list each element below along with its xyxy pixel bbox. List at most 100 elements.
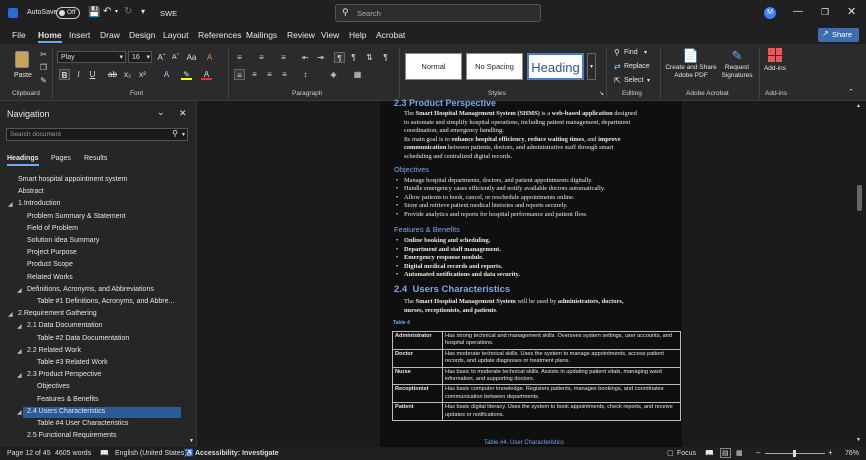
- nav-options-icon[interactable]: ⌄: [157, 107, 165, 118]
- nav-heading-item[interactable]: 2.Requirement Gathering: [18, 310, 97, 317]
- nav-heading-item[interactable]: Table #3 Related Work: [37, 359, 108, 366]
- minimize-icon[interactable]: —: [793, 6, 803, 17]
- underline-icon[interactable]: U: [87, 69, 98, 80]
- zoom-slider[interactable]: [765, 450, 825, 457]
- style-no-spacing[interactable]: No Spacing: [466, 53, 523, 80]
- redo-icon[interactable]: ↻: [124, 6, 132, 17]
- document-name[interactable]: SWE: [160, 9, 177, 18]
- maximize-icon[interactable]: ❐: [821, 7, 829, 18]
- share-button[interactable]: ↗ Share: [818, 28, 859, 42]
- nav-heading-item[interactable]: Abstract: [18, 188, 44, 195]
- paste-button[interactable]: Paste: [10, 48, 36, 86]
- expand-collapse-icon[interactable]: ◢: [17, 372, 22, 379]
- accessibility-status[interactable]: Accessibility: Investigate: [195, 450, 279, 457]
- expand-collapse-icon[interactable]: ◢: [17, 409, 22, 416]
- tab-layout[interactable]: Layout: [163, 30, 189, 40]
- multilevel-list-icon[interactable]: ≡: [278, 52, 289, 63]
- nav-heading-item[interactable]: 2.4 Users Characteristics: [27, 408, 105, 415]
- nav-heading-item[interactable]: 1.Introduction: [18, 200, 60, 207]
- web-layout-icon[interactable]: ▦: [736, 449, 743, 457]
- subscript-icon[interactable]: x₂: [122, 69, 133, 80]
- nav-scroll-down-icon[interactable]: ▼: [189, 438, 194, 444]
- nav-heading-item[interactable]: Project Purpose: [27, 249, 77, 256]
- zoom-in-icon[interactable]: +: [828, 448, 833, 457]
- scroll-up-icon[interactable]: ▲: [856, 103, 861, 109]
- tab-view[interactable]: View: [321, 30, 339, 40]
- addins-button[interactable]: Add-ins: [763, 48, 787, 88]
- select-label[interactable]: Select: [624, 77, 643, 84]
- customize-toolbar-icon[interactable]: ▾: [141, 7, 145, 16]
- nav-close-icon[interactable]: ✕: [179, 108, 187, 119]
- replace-icon[interactable]: ⇄: [614, 62, 621, 71]
- tab-mailings[interactable]: Mailings: [246, 30, 277, 40]
- expand-collapse-icon[interactable]: ◢: [17, 287, 22, 294]
- styles-dialog-icon[interactable]: ↘: [599, 90, 604, 97]
- expand-collapse-icon[interactable]: ◢: [8, 201, 13, 208]
- tab-acrobat[interactable]: Acrobat: [376, 30, 405, 40]
- print-layout-icon[interactable]: ▤: [720, 448, 731, 458]
- nav-heading-item[interactable]: Table #2 Data Documentation: [37, 335, 129, 342]
- save-icon[interactable]: 💾: [88, 7, 100, 18]
- rtl-icon[interactable]: ¶: [348, 52, 359, 63]
- justify-icon[interactable]: ≡: [279, 69, 290, 80]
- account-avatar[interactable]: M: [764, 7, 776, 19]
- nav-heading-item[interactable]: Problem Summary & Statement: [27, 213, 125, 220]
- document-page[interactable]: 2.3 Product Perspective The Smart Hospit…: [380, 98, 682, 447]
- line-spacing-icon[interactable]: ↕: [300, 69, 311, 80]
- shading-icon[interactable]: ◈: [328, 69, 339, 80]
- align-center-icon[interactable]: ≡: [249, 69, 260, 80]
- nav-heading-item[interactable]: Product Scope: [27, 261, 73, 268]
- style-heading[interactable]: Heading: [527, 53, 584, 80]
- read-mode-icon[interactable]: 📖: [705, 449, 714, 457]
- nav-heading-item[interactable]: 2.5 Functional Requirements: [27, 432, 117, 439]
- nav-heading-item[interactable]: Smart hospital appointment system: [18, 176, 127, 183]
- cut-icon[interactable]: ✂: [38, 49, 49, 60]
- tab-draw[interactable]: Draw: [100, 30, 120, 40]
- nav-tab-pages[interactable]: Pages: [51, 155, 71, 162]
- sort-icon[interactable]: ⇅: [364, 52, 375, 63]
- nav-heading-item[interactable]: Definitions, Acronyms, and Abbreviations: [27, 286, 154, 293]
- numbering-icon[interactable]: ≡: [256, 52, 267, 63]
- align-left-icon[interactable]: ≡: [234, 69, 245, 80]
- language[interactable]: English (United States): [115, 450, 187, 457]
- tab-design[interactable]: Design: [129, 30, 155, 40]
- tab-help[interactable]: Help: [349, 30, 366, 40]
- expand-collapse-icon[interactable]: ◢: [17, 348, 22, 355]
- nav-heading-item[interactable]: Objectives: [37, 383, 70, 390]
- bold-icon[interactable]: B: [59, 69, 70, 80]
- styles-scroll[interactable]: ▾: [587, 53, 596, 80]
- bullets-icon[interactable]: ≡: [234, 52, 245, 63]
- zoom-level[interactable]: 76%: [845, 450, 859, 457]
- find-label[interactable]: Find: [624, 49, 638, 56]
- replace-label[interactable]: Replace: [624, 63, 650, 70]
- font-color-icon[interactable]: A: [201, 69, 212, 80]
- shrink-font-icon[interactable]: Aˇ: [170, 52, 181, 63]
- copy-icon[interactable]: ❐: [38, 62, 49, 73]
- highlight-icon[interactable]: ✎: [181, 69, 192, 80]
- superscript-icon[interactable]: x²: [137, 69, 148, 80]
- change-case-icon[interactable]: Aa: [186, 52, 197, 63]
- nav-tab-results[interactable]: Results: [84, 155, 107, 162]
- expand-collapse-icon[interactable]: ◢: [8, 311, 13, 318]
- tab-references[interactable]: References: [198, 30, 241, 40]
- undo-icon[interactable]: ↶: [103, 6, 111, 17]
- nav-search-input[interactable]: Search document ⚲ ▾: [6, 128, 188, 141]
- tab-review[interactable]: Review: [287, 30, 315, 40]
- clear-formatting-icon[interactable]: A: [204, 52, 215, 63]
- close-window-icon[interactable]: ✕: [847, 5, 856, 18]
- show-marks-icon[interactable]: ¶: [380, 52, 391, 63]
- word-count[interactable]: 4605 words: [55, 450, 91, 457]
- focus-label[interactable]: Focus: [677, 450, 696, 457]
- zoom-slider-thumb[interactable]: [793, 450, 796, 457]
- expand-collapse-icon[interactable]: ◢: [17, 323, 22, 330]
- autosave-toggle[interactable]: Off: [56, 7, 80, 19]
- nav-heading-item[interactable]: Related Works: [27, 274, 73, 281]
- find-dropdown-icon[interactable]: ▾: [644, 49, 647, 56]
- grow-font-icon[interactable]: Aˆ: [156, 52, 167, 63]
- ltr-icon[interactable]: ¶: [334, 52, 345, 63]
- tab-file[interactable]: File: [12, 30, 26, 40]
- find-icon[interactable]: ⚲: [614, 48, 620, 57]
- nav-heading-item[interactable]: Table #1 Definitions, Acronyms, and Abbr…: [37, 298, 174, 305]
- select-icon[interactable]: ⇱: [614, 76, 621, 85]
- undo-dropdown-icon[interactable]: ▾: [115, 8, 118, 15]
